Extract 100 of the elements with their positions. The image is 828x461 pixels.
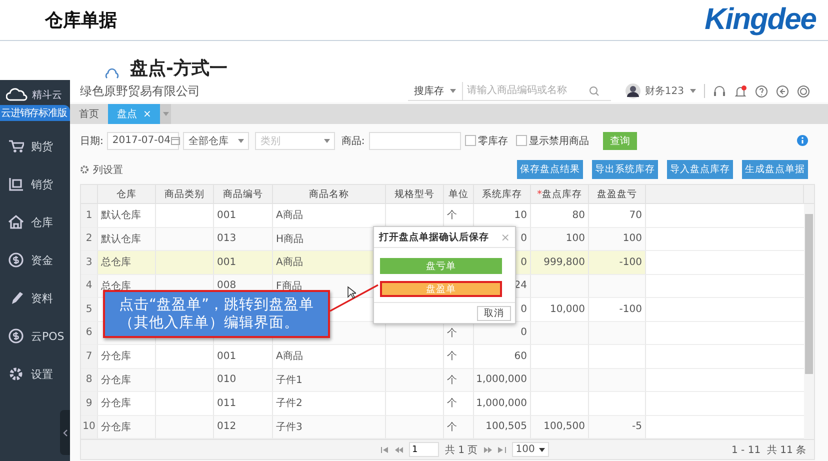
row-number: 10 [81, 416, 98, 439]
field-label: 日期: [80, 134, 104, 148]
collapse-handle[interactable] [60, 410, 70, 455]
table-cell: 100 [531, 228, 589, 251]
table-cell: 1,000,000 [474, 368, 531, 392]
sidebar-item[interactable]: 购货 [0, 127, 70, 165]
table-cell: 子件1 [273, 368, 386, 392]
column-header: 商品名称 [273, 185, 386, 204]
table-cell: 100,500 [531, 416, 589, 439]
column-header: 仓库 [98, 185, 156, 204]
info-icon[interactable] [797, 135, 808, 146]
table-cell: 默认仓库 [98, 228, 156, 251]
record-summary: 1 - 11 共 11 条 [732, 444, 806, 456]
shelf-icon [8, 176, 24, 192]
table-cell: -100 [589, 251, 646, 274]
row-number: 7 [81, 345, 98, 368]
row-number: 3 [81, 251, 98, 274]
slide-title: 仓库单据 [45, 9, 117, 32]
table-cell: 总仓库 [98, 251, 156, 274]
last-page-icon[interactable] [498, 446, 506, 452]
settings-icon [8, 366, 24, 382]
table-cell [589, 274, 646, 298]
column-header: 规格型号 [386, 185, 444, 204]
edition-label: 云进销存标准版 [0, 105, 70, 121]
row-number: 5 [81, 298, 98, 322]
bell-icon[interactable] [734, 84, 747, 98]
settings-icon [80, 165, 89, 174]
sidebar-item[interactable]: 资金 [0, 241, 70, 279]
dollar-icon [8, 328, 24, 344]
company-name: 绿色原野贸易有限公司 [80, 82, 201, 100]
row-number: 4 [81, 274, 98, 298]
table-cell: 100 [589, 228, 646, 251]
table-cell [531, 274, 589, 298]
table-cell: 013 [214, 228, 273, 251]
column-header: 盘盈盘亏 [589, 185, 646, 204]
table-cell [156, 251, 214, 274]
cloud-icon [104, 68, 120, 80]
column-settings-link[interactable]: 列设置 [93, 162, 508, 176]
table-cell: 子件3 [273, 416, 386, 439]
tab[interactable]: 首页 [70, 104, 108, 124]
search-icon [588, 86, 599, 96]
page-input[interactable]: 1 [409, 442, 439, 457]
sidebar-item[interactable]: 销货 [0, 165, 70, 203]
power-icon[interactable] [797, 84, 810, 98]
chevron-left-icon [62, 428, 68, 436]
cloud-icon [6, 88, 28, 102]
page-size-select[interactable]: 100 [512, 442, 549, 457]
sidebar-item[interactable]: 仓库 [0, 203, 70, 241]
logo: Kingdee [704, 3, 816, 37]
first-page-icon[interactable] [381, 446, 389, 452]
table-cell: 999,800 [531, 251, 589, 274]
search-scope-select[interactable]: 搜库存 [408, 82, 462, 100]
checkbox[interactable] [516, 135, 527, 146]
row-number: 9 [81, 392, 98, 416]
tab-menu-button[interactable] [160, 104, 172, 124]
table-cell: 100,505 [474, 416, 531, 439]
page-count: 共 1 页 [445, 444, 478, 456]
avatar-icon [624, 83, 641, 99]
checkbox[interactable] [464, 135, 476, 146]
field-label: 商品: [341, 134, 365, 148]
product-field[interactable] [368, 132, 461, 150]
brand-name: 精斗云 [32, 88, 62, 102]
caret-icon [238, 138, 244, 142]
table-cell: -5 [589, 416, 646, 439]
caret-icon [538, 448, 545, 452]
column-header: 商品类别 [156, 185, 214, 204]
next-page-icon[interactable] [484, 446, 492, 452]
cart-icon [8, 138, 24, 154]
help-icon[interactable] [755, 84, 768, 98]
checkbox-label: 零库存 [478, 134, 508, 148]
cancel-button[interactable]: 取消 [477, 306, 511, 320]
table-cell: 010 [214, 368, 273, 392]
caret-icon [690, 89, 696, 93]
scrollbar[interactable] [804, 204, 814, 439]
sidebar-item[interactable]: 资料 [0, 279, 70, 317]
user-menu[interactable]: 财务123 [644, 84, 705, 98]
calendar-icon [170, 136, 180, 145]
previous-page-icon[interactable] [395, 446, 403, 452]
dollar-icon [8, 252, 24, 268]
house-icon [8, 214, 24, 230]
row-number: 2 [81, 228, 98, 251]
back-icon[interactable] [776, 84, 789, 98]
table-cell: 个 [444, 416, 474, 439]
callout-text: 点击“盘盈单”，跳转到盘盈单（其他入库单）编辑界面。 [119, 296, 316, 332]
table-cell [156, 228, 214, 251]
row-number: 6 [81, 322, 98, 345]
checkbox-label: 显示禁用商品 [528, 134, 589, 148]
date-field[interactable]: 2017-07-04 [107, 132, 180, 150]
table-cell: 012 [214, 416, 273, 439]
sidebar-item[interactable]: 设置 [0, 355, 70, 393]
sidebar-item[interactable]: 云POS [0, 317, 70, 355]
column-header: 系统库存 [474, 185, 531, 204]
warehouse-select[interactable]: 全部仓库 [183, 132, 250, 150]
column-header: *盘点库存 [531, 185, 589, 204]
caret-icon [162, 112, 169, 116]
caret-icon [324, 138, 330, 142]
headset-icon[interactable] [713, 84, 726, 98]
column-header: 单位 [444, 185, 474, 204]
table-cell: 分仓库 [98, 368, 156, 392]
cursor-icon [347, 286, 356, 299]
